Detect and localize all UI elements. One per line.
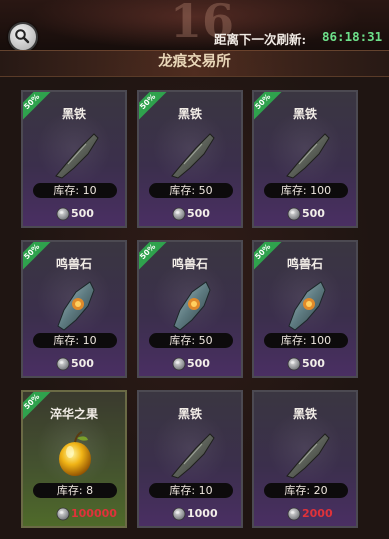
panel-title: 龙痕交易所 [0, 50, 389, 77]
stock-label: 库存: 10 [33, 183, 117, 198]
refresh-countdown-label: 距离下一次刷新: [214, 32, 307, 47]
silver-coin-icon [56, 356, 70, 371]
stock-label: 库存: 50 [149, 333, 233, 348]
magnifier-icon [15, 29, 30, 44]
item-name: 淬华之果 [49, 407, 98, 421]
price-value: 500 [71, 207, 94, 220]
item-name: 鸣兽石 [286, 257, 323, 271]
beast-stone-icon [162, 276, 220, 332]
shop-item-card[interactable]: 50% 淬华之果 库存: 8 100000 [21, 390, 127, 528]
black-iron-icon [162, 426, 220, 482]
silver-coin-icon [172, 356, 186, 371]
price-row: 2000 [254, 506, 356, 522]
black-iron-icon [162, 126, 220, 182]
shop-item-card[interactable]: 50% 鸣兽石 库存: 10 500 [21, 240, 127, 378]
shop-item-card[interactable]: 50% 黑铁 库存: 10 500 [21, 90, 127, 228]
shop-item-card[interactable]: 50% 黑铁 库存: 50 500 [137, 90, 243, 228]
black-iron-icon [277, 426, 335, 482]
price-row: 500 [254, 206, 356, 222]
stock-label: 库存: 50 [149, 183, 233, 198]
black-iron-icon [46, 126, 104, 182]
price-row: 500 [23, 206, 125, 222]
item-name: 黑铁 [177, 107, 202, 121]
golden-fruit-icon [46, 426, 104, 482]
shop-item-card[interactable]: 黑铁库存: 10 1000 [137, 390, 243, 528]
shop-item-card[interactable]: 50% 鸣兽石 库存: 50 500 [137, 240, 243, 378]
price-row: 500 [254, 356, 356, 372]
stock-label: 库存: 100 [264, 183, 348, 198]
silver-coin-icon [287, 206, 301, 221]
shop-item-card[interactable]: 黑铁库存: 20 2000 [252, 390, 358, 528]
price-row: 500 [139, 356, 241, 372]
stock-label: 库存: 8 [33, 483, 117, 498]
item-name: 黑铁 [177, 407, 202, 421]
beast-stone-icon [46, 276, 104, 332]
price-value: 500 [71, 357, 94, 370]
item-name: 鸣兽石 [55, 257, 92, 271]
shop-item-card[interactable]: 50% 黑铁 库存: 100 500 [252, 90, 358, 228]
price-row: 1000 [139, 506, 241, 522]
price-value: 500 [302, 207, 325, 220]
price-value: 500 [302, 357, 325, 370]
price-value: 100000 [71, 507, 117, 520]
beast-stone-icon [277, 276, 335, 332]
price-value: 2000 [302, 507, 333, 520]
silver-coin-icon [287, 356, 301, 371]
search-button[interactable] [8, 22, 38, 52]
price-value: 1000 [187, 507, 218, 520]
shop-item-card[interactable]: 50% 鸣兽石 库存: 100 500 [252, 240, 358, 378]
top-bar: 16 距离下一次刷新: 86:18:31 [0, 0, 389, 56]
item-name: 鸣兽石 [171, 257, 208, 271]
silver-coin-icon [56, 506, 70, 521]
refresh-countdown-time: 86:18:31 [322, 29, 383, 44]
silver-coin-icon [172, 506, 186, 521]
item-name: 黑铁 [292, 107, 317, 121]
price-row: 500 [23, 356, 125, 372]
item-name: 黑铁 [61, 107, 86, 121]
silver-coin-icon [287, 506, 301, 521]
item-name: 黑铁 [292, 407, 317, 421]
silver-coin-icon [56, 206, 70, 221]
price-row: 500 [139, 206, 241, 222]
stock-label: 库存: 100 [264, 333, 348, 348]
stock-label: 库存: 10 [149, 483, 233, 498]
silver-coin-icon [172, 206, 186, 221]
black-iron-icon [277, 126, 335, 182]
stock-label: 库存: 10 [33, 333, 117, 348]
price-value: 500 [187, 357, 210, 370]
stock-label: 库存: 20 [264, 483, 348, 498]
price-row: 100000 [23, 506, 125, 522]
price-value: 500 [187, 207, 210, 220]
